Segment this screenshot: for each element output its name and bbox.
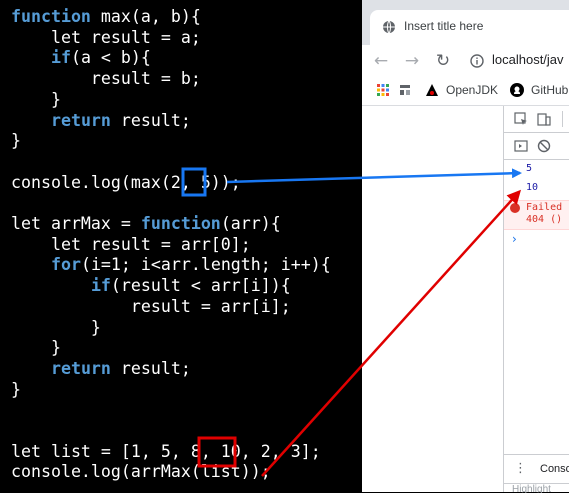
code-text: (result < arr[i]){ — [110, 276, 291, 296]
console-value: 10 — [526, 182, 539, 193]
code-text: max(a, b){ — [90, 7, 201, 26]
code-keyword: if — [90, 276, 111, 296]
code-text: result = arr[i]; — [11, 296, 291, 316]
code-text: console.log(max(2, 5)); — [11, 172, 241, 192]
code-line: if(a < b){ — [11, 48, 151, 68]
bookmark-github[interactable]: GitHub — [531, 83, 568, 97]
code-line: let result = a; — [11, 28, 201, 48]
code-text: } — [11, 338, 61, 358]
code-line: } — [11, 318, 101, 338]
info-icon[interactable] — [470, 54, 484, 68]
globe-icon — [383, 20, 395, 34]
code-keyword: function — [11, 7, 91, 26]
bookmark-openjdk[interactable]: OpenJDK — [446, 83, 498, 97]
code-keyword: return — [50, 110, 111, 130]
code-keyword: function — [140, 214, 221, 233]
code-line: result = b; — [11, 69, 201, 89]
code-text: result; — [110, 358, 191, 378]
error-text: Failed — [526, 202, 563, 213]
address-bar[interactable]: localhost/jav — [492, 52, 564, 67]
code-keyword: return — [50, 358, 111, 378]
apps-grid-icon[interactable] — [376, 83, 390, 97]
code-text: result; — [110, 110, 191, 130]
browser-toolbar: ← → ↻ localhost/jav — [362, 45, 569, 77]
browser-window: Insert title here ← → ↻ localhost/jav Op… — [362, 0, 569, 493]
console-value: 5 — [526, 163, 533, 174]
code-text: result = b; — [11, 69, 201, 89]
tab-strip: Insert title here — [362, 0, 569, 45]
code-text: (a < b){ — [70, 48, 151, 68]
code-text: let arrMax = — [11, 214, 141, 233]
clear-console-icon[interactable] — [537, 139, 551, 153]
code-text: (arr){ — [220, 214, 281, 233]
devtools-topbar — [504, 106, 569, 133]
console-error-message: Failed 404 () — [504, 200, 569, 230]
code-line: } — [11, 380, 21, 400]
devtools-panel: 5 10 Failed 404 () › ⋮ Conso Highlight — [503, 106, 569, 493]
code-keyword: for — [50, 255, 81, 275]
forward-button[interactable]: → — [402, 51, 422, 71]
code-editor: function max(a, b){ let result = a; if(a… — [0, 0, 362, 492]
inspect-element-icon[interactable] — [514, 112, 528, 126]
code-line: if(result < arr[i]){ — [11, 276, 291, 296]
code-text: (i=1; i<arr.length; i++){ — [80, 255, 331, 275]
code-keyword: if — [50, 48, 71, 68]
code-text: } — [11, 89, 61, 109]
code-line: return result; — [11, 111, 191, 131]
code-line: let arrMax = function(arr){ — [11, 214, 281, 234]
code-line: let result = arr[0]; — [11, 235, 251, 255]
code-line: } — [11, 90, 61, 110]
bookmark-site-icon[interactable] — [398, 83, 412, 97]
back-button[interactable]: ← — [371, 51, 391, 71]
code-line: console.log(max(2, 5)); — [11, 173, 241, 193]
code-text: let result = arr[0]; — [11, 234, 251, 254]
code-line: } — [11, 338, 61, 358]
toolbar-divider — [562, 111, 563, 127]
drawer-tab-console[interactable]: Conso — [540, 463, 569, 475]
code-line: return result; — [11, 359, 191, 379]
error-icon — [510, 203, 520, 213]
console-toolbar — [504, 133, 569, 160]
duke-icon[interactable] — [424, 83, 440, 99]
error-status: 404 () — [526, 214, 563, 225]
reload-button[interactable]: ↻ — [433, 51, 453, 71]
console-prompt-icon[interactable]: › — [512, 232, 517, 246]
tab-title: Insert title here — [404, 19, 484, 33]
console-sidebar-icon[interactable] — [514, 139, 528, 153]
code-text: } — [11, 131, 21, 151]
code-text: let result = a; — [11, 27, 201, 47]
code-line: let list = [1, 5, 8, 10, 2, 3]; — [11, 442, 321, 462]
code-line: function max(a, b){ — [11, 7, 201, 27]
github-icon[interactable] — [509, 82, 525, 98]
more-options-icon[interactable]: ⋮ — [514, 461, 527, 476]
code-text: let list = [1, 5, 8, 10, 2, 3]; — [11, 441, 321, 461]
devtools-drawer: ⋮ Conso — [504, 454, 569, 483]
browser-tab[interactable]: Insert title here — [370, 10, 569, 45]
code-text: } — [11, 317, 101, 337]
device-toggle-icon[interactable] — [537, 112, 551, 126]
bookmarks-bar: OpenJDK GitHub — [362, 77, 569, 105]
code-line: result = arr[i]; — [11, 297, 291, 317]
code-text: console.log(arrMax(list)); — [11, 462, 271, 482]
code-line: for(i=1; i<arr.length; i++){ — [11, 255, 331, 275]
code-text: } — [11, 379, 21, 399]
code-line: } — [11, 131, 21, 151]
code-line: console.log(arrMax(list)); — [11, 462, 271, 482]
